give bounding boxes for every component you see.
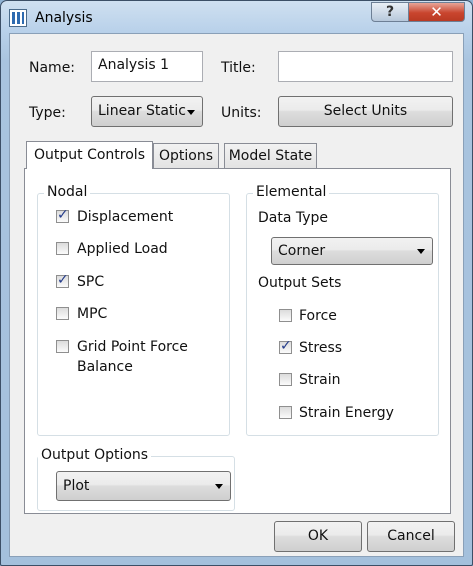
check-icon: ✓ — [57, 272, 69, 288]
displacement-label: Displacement — [77, 209, 174, 225]
spc-label: SPC — [77, 274, 105, 290]
nodal-legend: Nodal — [44, 184, 91, 200]
chevron-down-icon — [215, 484, 223, 489]
applied-load-label: Applied Load — [77, 241, 168, 257]
name-label: Name: — [29, 60, 76, 76]
window-title: Analysis — [35, 10, 93, 26]
check-icon: ✓ — [280, 338, 292, 354]
tab-model-state[interactable]: Model State — [224, 143, 317, 168]
ok-button[interactable]: OK — [274, 521, 362, 552]
displacement-checkbox[interactable]: ✓ — [56, 207, 69, 223]
strain-checkbox[interactable] — [279, 373, 292, 386]
cancel-button[interactable]: Cancel — [367, 521, 455, 552]
elemental-legend: Elemental — [253, 184, 330, 200]
type-label: Type: — [29, 105, 66, 121]
stress-label: Stress — [299, 340, 343, 356]
help-icon: ? — [385, 4, 395, 20]
dialog-body: Name: Analysis 1 Title: Type: Linear Sta… — [9, 33, 464, 557]
units-label: Units: — [221, 105, 262, 121]
title-label: Title: — [221, 60, 256, 76]
check-icon: ✓ — [57, 207, 69, 223]
tab-options[interactable]: Options — [153, 143, 219, 168]
strain-energy-checkbox[interactable] — [279, 406, 292, 419]
grid-point-force-label: Grid Point Force — [77, 339, 188, 355]
output-options-value: Plot — [63, 478, 90, 494]
spc-checkbox[interactable]: ✓ — [56, 272, 69, 288]
close-icon: ✕ — [430, 3, 443, 21]
tab-output-controls[interactable]: Output Controls — [26, 141, 153, 169]
output-controls-panel: Nodal ✓ Displacement Applied Load ✓ SPC … — [24, 168, 451, 514]
strain-label: Strain — [299, 372, 341, 388]
chevron-down-icon — [417, 249, 425, 254]
grid-point-force-balance-checkbox[interactable] — [56, 340, 69, 353]
mpc-checkbox[interactable] — [56, 307, 69, 320]
select-units-button[interactable]: Select Units — [278, 96, 453, 127]
close-button[interactable]: ✕ — [408, 2, 465, 22]
stress-checkbox[interactable]: ✓ — [279, 338, 292, 354]
grid-point-force-label-line2: Balance — [77, 359, 133, 375]
strain-energy-label: Strain Energy — [299, 405, 394, 421]
analysis-dialog: Analysis ? ✕ Name: Analysis 1 Title: Typ… — [0, 0, 473, 566]
elemental-group — [246, 193, 439, 436]
title-bar[interactable]: Analysis ? ✕ — [1, 1, 472, 33]
dialog-app-icon — [9, 9, 27, 27]
chevron-down-icon — [187, 109, 195, 115]
output-sets-label: Output Sets — [258, 275, 342, 291]
title-field[interactable] — [278, 51, 453, 82]
data-type-label: Data Type — [258, 210, 329, 226]
output-options-dropdown[interactable]: Plot — [56, 471, 231, 501]
name-field[interactable]: Analysis 1 — [91, 51, 203, 82]
output-options-legend: Output Options — [38, 447, 152, 463]
data-type-dropdown[interactable]: Corner — [271, 237, 433, 265]
force-checkbox[interactable] — [279, 309, 292, 322]
type-dropdown-value: Linear Static — [98, 103, 186, 119]
type-dropdown[interactable]: Linear Static — [91, 96, 203, 127]
applied-load-checkbox[interactable] — [56, 242, 69, 255]
help-button[interactable]: ? — [371, 2, 409, 22]
force-label: Force — [299, 308, 337, 324]
data-type-value: Corner — [278, 243, 326, 259]
mpc-label: MPC — [77, 306, 108, 322]
